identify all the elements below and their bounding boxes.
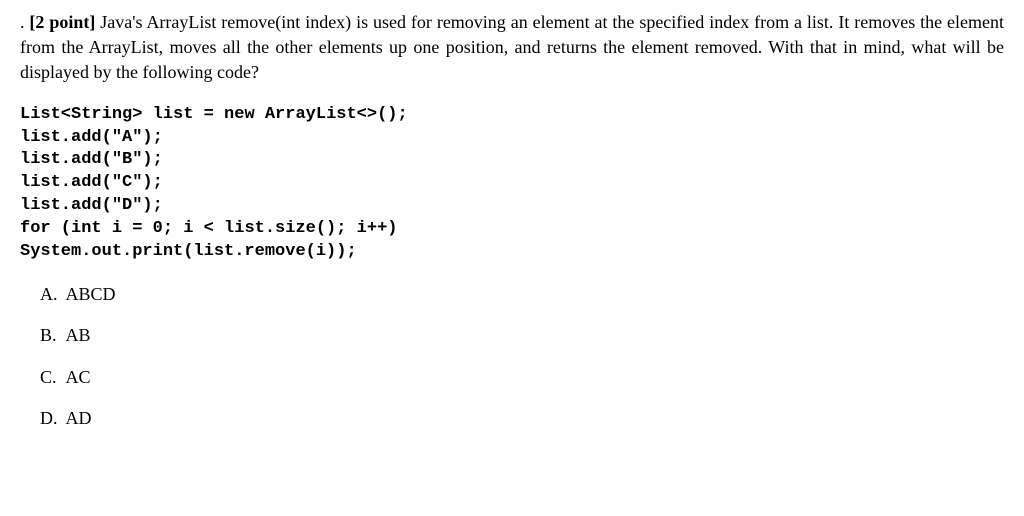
question-points: [2 point]: [29, 12, 95, 32]
code-line-5: list.add("D");: [20, 196, 163, 215]
option-label-c: C.: [40, 365, 62, 390]
code-line-7: System.out.print(list.remove(i));: [20, 242, 357, 261]
question-prompt: . [2 point] Java's ArrayList remove(int …: [20, 10, 1004, 86]
code-block: List<String> list = new ArrayList<>(); l…: [20, 104, 1004, 265]
option-text-a: ABCD: [66, 284, 116, 304]
option-d: D. AD: [40, 406, 1004, 431]
code-line-3: list.add("B");: [20, 150, 163, 169]
option-label-d: D.: [40, 406, 62, 431]
option-c: C. AC: [40, 365, 1004, 390]
option-label-a: A.: [40, 282, 62, 307]
code-keyword-int: int: [71, 219, 102, 238]
option-text-d: AD: [66, 408, 92, 428]
option-label-b: B.: [40, 323, 62, 348]
option-text-c: AC: [66, 367, 91, 387]
code-keyword-new: new: [224, 105, 255, 124]
option-a: A. ABCD: [40, 282, 1004, 307]
code-line-2: list.add("A");: [20, 128, 163, 147]
code-line-6b: i = 0; i < list.size(); i++): [102, 219, 398, 238]
question-prefix: .: [20, 12, 25, 32]
code-line-1a: List<String> list =: [20, 105, 224, 124]
option-b: B. AB: [40, 323, 1004, 348]
code-line-4: list.add("C");: [20, 173, 163, 192]
answer-options: A. ABCD B. AB C. AC D. AD: [20, 282, 1004, 431]
code-keyword-for: for: [20, 219, 51, 238]
option-text-b: AB: [66, 325, 91, 345]
code-line-1b: ArrayList<>();: [255, 105, 408, 124]
question-body: Java's ArrayList remove(int index) is us…: [20, 12, 1004, 82]
code-line-6a: (: [51, 219, 71, 238]
